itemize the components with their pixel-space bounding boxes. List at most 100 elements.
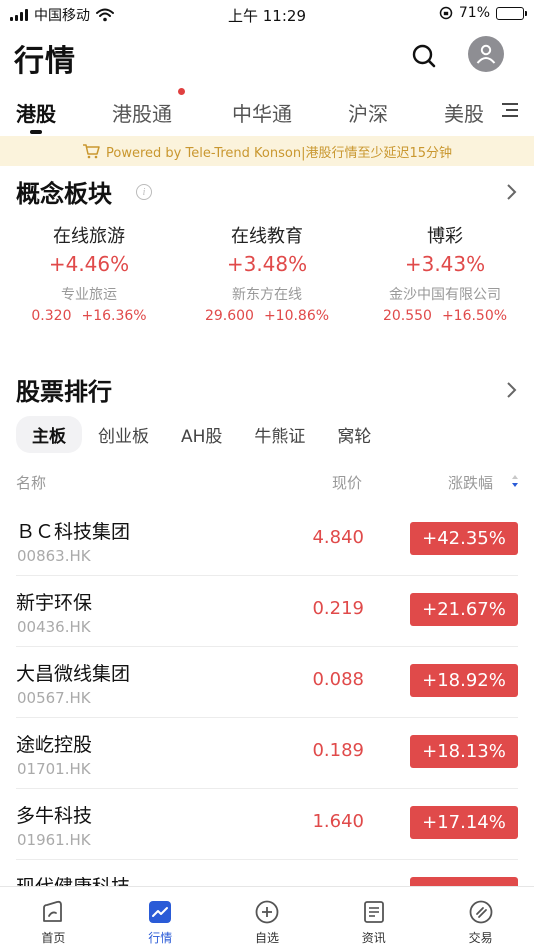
bottom-nav: 首页 行情 自选 资讯 交易	[0, 886, 534, 950]
concept-leader: 专业旅运	[61, 287, 117, 303]
table-row[interactable]: 途屹控股 01701.HK 0.189 +18.13%	[0, 718, 534, 789]
status-bar: 中国移动 上午 11:29 71%	[0, 0, 534, 28]
tab-shanghai-shenzhen[interactable]: 沪深	[348, 98, 388, 127]
info-icon[interactable]: i	[136, 184, 152, 200]
stock-name: 多牛科技	[16, 805, 93, 827]
concept-change: +4.46%	[48, 252, 130, 276]
concept-leader: 金沙中国有限公司	[389, 287, 501, 303]
tab-hk-connect[interactable]: 港股通	[112, 98, 172, 127]
nav-watchlist[interactable]: 自选	[214, 887, 321, 950]
change-badge: +42.35%	[410, 522, 518, 555]
search-icon	[412, 44, 436, 68]
nav-home[interactable]: 首页	[0, 887, 107, 950]
tab-cbbc[interactable]: 牛熊证	[238, 416, 321, 453]
battery-icon	[496, 6, 527, 20]
nav-market[interactable]: 行情	[107, 887, 214, 950]
concept-change: +3.48%	[226, 252, 308, 276]
concept-more-chevron-icon[interactable]	[504, 182, 518, 202]
stock-price: 0.189	[312, 740, 364, 761]
market-tabs: 港股 港股通 中华通 沪深 美股	[0, 92, 534, 136]
tab-ah-shares[interactable]: AH股	[165, 416, 238, 453]
table-row[interactable]: 新宇环保 00436.HK 0.219 +21.67%	[0, 576, 534, 647]
stock-name: ＢＣ科技集团	[16, 521, 131, 543]
concept-name: 博彩	[427, 226, 463, 247]
status-right: 71%	[439, 5, 527, 21]
board-tabs: 主板 创业板 AH股 牛熊证 窝轮	[16, 416, 387, 453]
page-title: 行情	[14, 44, 76, 79]
change-badge: +18.92%	[410, 664, 518, 697]
search-button[interactable]	[406, 38, 442, 74]
change-badge: +18.13%	[410, 735, 518, 768]
plus-circle-icon	[254, 899, 280, 925]
nav-news[interactable]: 资讯	[320, 887, 427, 950]
leader-change: +16.36%	[81, 308, 147, 324]
battery-percent: 71%	[458, 5, 490, 21]
concept-name: 在线教育	[231, 226, 303, 247]
tab-hk-stocks[interactable]: 港股	[16, 98, 56, 127]
leader-change: +16.50%	[441, 308, 508, 324]
ranking-section-title: 股票排行	[16, 378, 112, 406]
concept-leader-values: 29.600 +10.86%	[178, 308, 356, 324]
nav-label: 首页	[41, 931, 66, 945]
stock-price: 1.640	[312, 811, 364, 832]
nav-label: 交易	[468, 931, 493, 945]
concept-leader-values: 0.320 +16.36%	[0, 308, 178, 324]
tab-main-board[interactable]: 主板	[16, 416, 82, 453]
stock-price: 0.219	[312, 598, 364, 619]
stock-code: 00567.HK	[17, 689, 91, 707]
notification-dot	[178, 88, 185, 95]
stock-name: 途屹控股	[16, 734, 93, 756]
concept-leader-values: 20.550 +16.50%	[356, 308, 534, 324]
leader-price: 0.320	[31, 308, 72, 324]
stock-list: ＢＣ科技集团 00863.HK 4.840 +42.35% 新宇环保 00436…	[0, 505, 534, 931]
leader-price: 20.550	[382, 308, 432, 324]
table-row[interactable]: 大昌微线集团 00567.HK 0.088 +18.92%	[0, 647, 534, 718]
column-header-price[interactable]: 现价	[332, 472, 362, 493]
ranking-more-chevron-icon[interactable]	[504, 380, 518, 400]
delay-notice: Powered by Tele-Trend Konson|港股行情至少延迟15分…	[0, 136, 534, 166]
concept-leader: 新东方在线	[232, 287, 302, 303]
stock-name: 新宇环保	[16, 592, 93, 614]
column-header-change[interactable]: 涨跌幅	[448, 472, 493, 493]
concept-name: 在线旅游	[53, 226, 125, 247]
notice-text: Powered by Tele-Trend Konson|港股行情至少延迟15分…	[106, 145, 452, 161]
stock-price: 4.840	[312, 527, 364, 548]
concept-card-online-education[interactable]: 在线教育 +3.48% 新东方在线 29.600 +10.86%	[178, 222, 356, 324]
concept-card-online-travel[interactable]: 在线旅游 +4.46% 专业旅运 0.320 +16.36%	[0, 222, 178, 324]
table-row[interactable]: ＢＣ科技集团 00863.HK 4.840 +42.35%	[0, 505, 534, 576]
nav-label: 行情	[148, 931, 173, 945]
stock-code: 01961.HK	[17, 831, 91, 849]
active-tab-indicator	[30, 130, 42, 134]
column-header-name: 名称	[16, 474, 47, 492]
avatar[interactable]	[468, 36, 504, 72]
change-badge: +21.67%	[410, 593, 518, 626]
concept-section-title: 概念板块	[16, 180, 112, 208]
menu-icon[interactable]	[500, 100, 520, 120]
concept-card-gaming[interactable]: 博彩 +3.43% 金沙中国有限公司 20.550 +16.50%	[356, 222, 534, 324]
table-row[interactable]: 多牛科技 01961.HK 1.640 +17.14%	[0, 789, 534, 860]
chart-icon	[147, 899, 173, 925]
news-icon	[361, 899, 387, 925]
leader-price: 29.600	[204, 308, 254, 324]
tab-china-connect[interactable]: 中华通	[232, 98, 292, 127]
nav-label: 自选	[254, 931, 279, 945]
concept-change: +3.43%	[404, 252, 486, 276]
leader-change: +10.86%	[263, 308, 330, 324]
tab-warrants[interactable]: 窝轮	[321, 416, 387, 453]
stock-code: 00436.HK	[17, 618, 91, 636]
stock-name: 大昌微线集团	[16, 663, 131, 685]
nav-label: 资讯	[361, 931, 386, 945]
stock-code: 00863.HK	[17, 547, 91, 565]
stock-code: 01701.HK	[17, 760, 91, 778]
user-icon	[476, 44, 496, 64]
tab-us-stocks[interactable]: 美股	[444, 98, 484, 127]
cart-icon	[83, 144, 100, 159]
sort-icon[interactable]	[511, 474, 519, 488]
stock-price: 0.088	[312, 669, 364, 690]
nav-trade[interactable]: 交易	[427, 887, 534, 950]
home-icon	[40, 899, 66, 925]
trade-icon	[468, 899, 494, 925]
header: 行情	[0, 30, 534, 82]
rotation-lock-icon	[439, 6, 453, 20]
tab-gem-board[interactable]: 创业板	[82, 416, 165, 453]
